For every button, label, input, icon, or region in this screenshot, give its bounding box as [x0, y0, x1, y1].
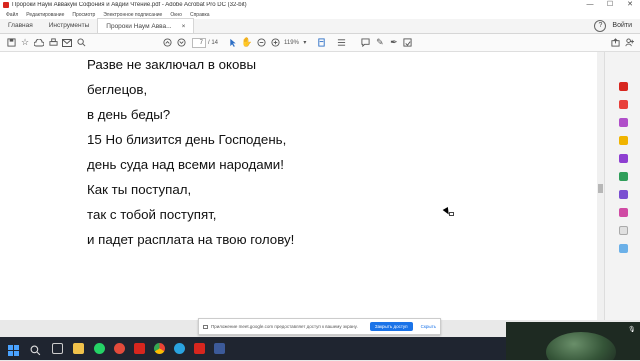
- camera-image: [546, 332, 616, 360]
- window-title: Пророки Наум Аввакум Софония и Авдий Чте…: [12, 2, 247, 8]
- hand-tool-icon[interactable]: ✋: [240, 36, 254, 50]
- zoom-dropdown-icon[interactable]: ▾: [301, 36, 309, 50]
- text-line: Как ты поступал,: [87, 182, 192, 197]
- app-icon[interactable]: [134, 343, 145, 354]
- search-taskbar-icon[interactable]: [30, 343, 41, 356]
- comment-tool-icon[interactable]: [619, 136, 628, 145]
- share-message: Приложение meet.google.com предоставляет…: [211, 324, 358, 329]
- text-line: беглецов,: [87, 82, 148, 97]
- scrollbar-thumb[interactable]: [598, 184, 603, 193]
- edit-pdf-icon[interactable]: [619, 118, 628, 127]
- screen-share-icon: [203, 324, 208, 329]
- mic-muted-icon[interactable]: 🎙: [628, 326, 636, 333]
- cursor-badge-icon: [449, 212, 454, 216]
- tab-document-label: Пророки Наум Авва...: [106, 23, 172, 30]
- chrome-icon[interactable]: [154, 343, 165, 354]
- taskbar-app-icon[interactable]: [214, 343, 225, 354]
- opera-icon[interactable]: [114, 343, 125, 354]
- menu-sign[interactable]: Электронное подписание: [103, 12, 162, 18]
- windows-start-icon[interactable]: [8, 343, 19, 356]
- acrobat-taskbar-icon[interactable]: [194, 343, 205, 354]
- email-icon[interactable]: [60, 36, 74, 50]
- prev-page-icon[interactable]: [160, 36, 174, 50]
- help-icon[interactable]: ?: [594, 20, 607, 32]
- main-toolbar: ☆ 7 / 14 ✋ 119% ▾ ✎ ✒: [0, 34, 640, 52]
- bookmark-star-icon[interactable]: ☆: [18, 36, 32, 50]
- screen-share-notice: Приложение meet.google.com предоставляет…: [198, 318, 441, 335]
- export-pdf-icon[interactable]: [619, 82, 628, 91]
- menu-help[interactable]: Справка: [190, 12, 210, 18]
- next-page-icon[interactable]: [174, 36, 188, 50]
- add-account-icon[interactable]: [622, 36, 636, 50]
- text-line: день суда над всеми народами!: [87, 157, 284, 172]
- tools-side-panel: [604, 52, 640, 320]
- zoom-in-icon[interactable]: [268, 36, 282, 50]
- vertical-scrollbar[interactable]: [597, 52, 604, 320]
- text-line: Разве не заключал в оковы: [87, 57, 257, 72]
- organize-pages-icon[interactable]: [619, 172, 628, 181]
- acrobat-app-icon: [3, 2, 9, 8]
- create-pdf-icon[interactable]: [619, 100, 628, 109]
- camera-preview: 🎙: [506, 322, 640, 360]
- comment-icon[interactable]: [359, 36, 373, 50]
- text-line: так с тобой поступят,: [87, 207, 217, 222]
- text-line: 15 Но близится день Господень,: [87, 132, 287, 147]
- tab-home[interactable]: Главная: [0, 18, 41, 33]
- sign-icon[interactable]: [401, 36, 415, 50]
- page-number-input[interactable]: 7: [192, 37, 206, 48]
- hide-notice-button[interactable]: Скрыть: [421, 324, 436, 329]
- window-titlebar: Пророки Наум Аввакум Софония и Авдий Чте…: [0, 0, 640, 10]
- menu-window[interactable]: Окно: [170, 12, 182, 18]
- pen-icon[interactable]: ✎: [373, 36, 387, 50]
- tab-document[interactable]: Пророки Наум Авва... ×: [97, 18, 195, 33]
- text-line: и падет расплата на твою голову!: [87, 232, 295, 247]
- stop-sharing-button[interactable]: Закрыть доступ: [369, 322, 413, 331]
- menu-file[interactable]: Файл: [6, 12, 18, 18]
- scroll-mode-icon[interactable]: [335, 36, 349, 50]
- pdf-page-text: Разве не заключал в оковы беглецов, в де…: [87, 52, 294, 252]
- close-button[interactable]: ✕: [620, 0, 640, 10]
- highlight-icon[interactable]: ✒: [387, 36, 401, 50]
- combine-files-icon[interactable]: [619, 154, 628, 163]
- minimize-button[interactable]: —: [580, 0, 600, 10]
- tab-tools[interactable]: Инструменты: [41, 18, 98, 33]
- page-total: / 14: [208, 39, 219, 46]
- fill-sign-icon[interactable]: [619, 190, 628, 199]
- menu-view[interactable]: Просмотр: [72, 12, 95, 18]
- save-icon[interactable]: [4, 36, 18, 50]
- tab-close-icon[interactable]: ×: [182, 19, 186, 33]
- search-icon[interactable]: [74, 36, 88, 50]
- upload-cloud-icon[interactable]: [32, 36, 46, 50]
- send-for-review-icon[interactable]: [619, 244, 628, 253]
- maximize-button[interactable]: ☐: [600, 0, 620, 10]
- share-icon[interactable]: [608, 36, 622, 50]
- text-line: в день беды?: [87, 107, 171, 122]
- zoom-out-icon[interactable]: [254, 36, 268, 50]
- whatsapp-icon[interactable]: [94, 343, 105, 354]
- print-icon[interactable]: [46, 36, 60, 50]
- document-viewer[interactable]: Разве не заключал в оковы беглецов, в де…: [0, 52, 604, 320]
- more-tools-icon[interactable]: [619, 226, 628, 235]
- task-view-icon[interactable]: [52, 343, 63, 354]
- fit-page-icon[interactable]: [315, 36, 329, 50]
- select-cursor-icon[interactable]: [226, 36, 240, 50]
- file-explorer-icon[interactable]: [73, 343, 84, 354]
- tab-bar: Главная Инструменты Пророки Наум Авва...…: [0, 18, 640, 34]
- signin-button[interactable]: Войти: [612, 18, 640, 33]
- zoom-level[interactable]: 119%: [284, 40, 299, 46]
- protect-icon[interactable]: [619, 208, 628, 217]
- menu-edit[interactable]: Редактирование: [26, 12, 64, 18]
- telegram-icon[interactable]: [174, 343, 185, 354]
